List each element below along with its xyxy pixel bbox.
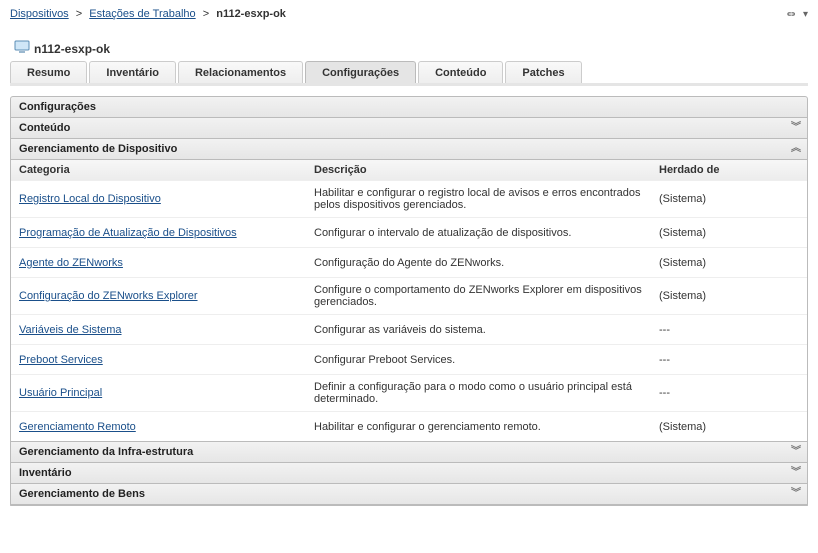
link-usuario-principal[interactable]: Usuário Principal <box>19 387 102 399</box>
section-infra[interactable]: Gerenciamento da Infra-estrutura ︾ <box>10 441 808 463</box>
section-inventario[interactable]: Inventário ︾ <box>10 463 808 484</box>
table-row: Usuário Principal Definir a configuração… <box>11 374 807 411</box>
tab-conteudo[interactable]: Conteúdo <box>418 61 503 83</box>
chevron-expand-icon[interactable]: ︾ <box>791 123 799 133</box>
table-row: Programação de Atualização de Dispositiv… <box>11 217 807 247</box>
link-registro-local[interactable]: Registro Local do Dispositivo <box>19 193 161 205</box>
table-row: Preboot Services Configurar Preboot Serv… <box>11 344 807 374</box>
col-herdado: Herdado de <box>651 160 807 180</box>
section-configuracoes: Configurações <box>10 96 808 118</box>
cell-desc: Configurar o intervalo de atualização de… <box>306 221 651 245</box>
chevron-expand-icon[interactable]: ︾ <box>791 447 799 457</box>
section-title: Configurações <box>19 101 96 113</box>
cell-desc: Configuração do Agente do ZENworks. <box>306 251 651 275</box>
cell-herdado: (Sistema) <box>651 221 807 245</box>
cell-herdado: --- <box>651 348 807 372</box>
breadcrumb-link-estacoes[interactable]: Estações de Trabalho <box>89 8 195 20</box>
section-title: Gerenciamento de Dispositivo <box>19 143 177 155</box>
section-title: Gerenciamento de Bens <box>19 488 145 500</box>
link-agente-zenworks[interactable]: Agente do ZENworks <box>19 257 123 269</box>
breadcrumb: Dispositivos > Estações de Trabalho > n1… <box>10 8 286 20</box>
cell-herdado: --- <box>651 381 807 405</box>
cell-herdado: (Sistema) <box>651 415 807 439</box>
section-bens[interactable]: Gerenciamento de Bens ︾ <box>10 484 808 505</box>
table-row: Gerenciamento Remoto Habilitar e configu… <box>11 411 807 441</box>
link-gerenciamento-remoto[interactable]: Gerenciamento Remoto <box>19 421 136 433</box>
table-row: Variáveis de Sistema Configurar as variá… <box>11 314 807 344</box>
chevron-down-icon: ▾ <box>803 9 808 20</box>
table-row: Registro Local do Dispositivo Habilitar … <box>11 180 807 217</box>
tab-resumo[interactable]: Resumo <box>10 61 87 83</box>
panel-bottom <box>10 505 808 506</box>
column-headers: Categoria Descrição Herdado de <box>10 160 808 180</box>
page-title: n112-esxp-ok <box>34 42 110 56</box>
cell-herdado: (Sistema) <box>651 187 807 211</box>
tab-patches[interactable]: Patches <box>505 61 581 83</box>
cell-herdado: (Sistema) <box>651 251 807 275</box>
section-title: Gerenciamento da Infra-estrutura <box>19 446 193 458</box>
tab-relacionamentos[interactable]: Relacionamentos <box>178 61 303 83</box>
section-title: Inventário <box>19 467 72 479</box>
tab-inventario[interactable]: Inventário <box>89 61 176 83</box>
link-variaveis-sistema[interactable]: Variáveis de Sistema <box>19 324 122 336</box>
settings-table: Registro Local do Dispositivo Habilitar … <box>10 180 808 441</box>
cell-desc: Configurar as variáveis do sistema. <box>306 318 651 342</box>
chevron-collapse-icon[interactable]: ︽ <box>791 144 799 154</box>
cell-herdado: --- <box>651 318 807 342</box>
breadcrumb-link-dispositivos[interactable]: Dispositivos <box>10 8 69 20</box>
cell-herdado: (Sistema) <box>651 284 807 308</box>
cell-desc: Configurar Preboot Services. <box>306 348 651 372</box>
col-categoria: Categoria <box>11 160 306 180</box>
link-preboot-services[interactable]: Preboot Services <box>19 354 103 366</box>
tabs: Resumo Inventário Relacionamentos Config… <box>10 61 808 86</box>
link-programacao-atualizacao[interactable]: Programação de Atualização de Dispositiv… <box>19 227 237 239</box>
link-zenworks-explorer[interactable]: Configuração do ZENworks Explorer <box>19 290 198 302</box>
cell-desc: Definir a configuração para o modo como … <box>306 375 651 411</box>
section-conteudo[interactable]: Conteúdo ︾ <box>10 118 808 139</box>
breadcrumb-current: n112-esxp-ok <box>216 8 286 20</box>
breadcrumb-sep: > <box>203 8 209 20</box>
monitor-icon <box>14 40 30 57</box>
chevron-expand-icon[interactable]: ︾ <box>791 489 799 499</box>
cell-desc: Habilitar e configurar o gerenciamento r… <box>306 415 651 439</box>
table-row: Configuração do ZENworks Explorer Config… <box>11 277 807 314</box>
chevron-expand-icon[interactable]: ︾ <box>791 468 799 478</box>
table-row: Agente do ZENworks Configuração do Agent… <box>11 247 807 277</box>
col-descricao: Descrição <box>306 160 651 180</box>
cell-desc: Configure o comportamento do ZENworks Ex… <box>306 278 651 314</box>
cell-desc: Habilitar e configurar o registro local … <box>306 181 651 217</box>
link-actions-icon[interactable]: ▾ <box>785 9 808 20</box>
tab-configuracoes[interactable]: Configurações <box>305 61 416 83</box>
section-title: Conteúdo <box>19 122 70 134</box>
breadcrumb-sep: > <box>76 8 82 20</box>
section-gerenciamento-dispositivo[interactable]: Gerenciamento de Dispositivo ︽ <box>10 139 808 160</box>
